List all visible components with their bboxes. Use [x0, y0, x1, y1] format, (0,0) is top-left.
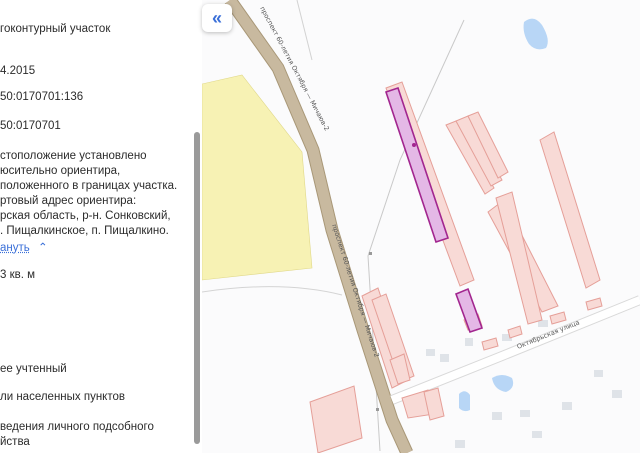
- info-panel: гоконтурный участок 4.2015 50:0170701:13…: [0, 0, 202, 453]
- parcel: [585, 297, 603, 311]
- building: [440, 354, 449, 362]
- parcel: [481, 337, 499, 351]
- cadastral-quarter-value: 50:0170701: [0, 120, 61, 132]
- registration-date-value: 4.2015: [0, 65, 36, 77]
- cadastral-number-value: 50:0170701:136: [0, 91, 84, 103]
- selected-parcel: [454, 287, 484, 334]
- building: [455, 440, 465, 448]
- building: [465, 338, 473, 346]
- parcel-marker: [412, 143, 416, 147]
- survey-point: [369, 252, 372, 255]
- map-view[interactable]: проспект 60-летия Октября — Мичаюв-2 про…: [202, 0, 640, 453]
- building: [426, 349, 435, 356]
- area-value: 3 кв. м: [0, 269, 36, 281]
- double-chevron-left-icon: «: [211, 7, 222, 28]
- parcel: [495, 191, 543, 325]
- status-value: ее учтенный: [0, 363, 67, 375]
- street-label: Октябрьская улица: [516, 318, 581, 350]
- land-type-value: гоконтурный участок: [0, 23, 111, 35]
- collapse-panel-button[interactable]: «: [202, 4, 232, 32]
- permitted-use-line-1: ведения личного подсобного: [0, 421, 154, 433]
- building: [612, 390, 622, 398]
- address-line-2: юсительно ориентира,: [0, 165, 121, 177]
- address-line-5: рская область, р-н. Сонковский,: [0, 210, 171, 222]
- track-line: [202, 286, 343, 296]
- panel-scrollbar[interactable]: [194, 132, 200, 444]
- parcel: [539, 131, 601, 289]
- parcel: [507, 325, 523, 339]
- parcel: [309, 385, 363, 453]
- collapse-address-link[interactable]: ануть ⌃: [0, 241, 48, 256]
- address-line-1: стоположение установлено: [0, 150, 147, 162]
- building: [594, 370, 603, 377]
- survey-point: [376, 408, 379, 411]
- land-category-value: ли населенных пунктов: [0, 391, 125, 403]
- address-line-3: положенного в границах участка.: [0, 180, 178, 192]
- parcels: [309, 81, 603, 453]
- building: [532, 431, 542, 438]
- permitted-use-line-2: йства: [0, 436, 30, 448]
- selected-parcel: [384, 86, 450, 244]
- parcel: [549, 311, 567, 325]
- pond: [459, 391, 470, 412]
- collapse-link-label: ануть: [0, 242, 30, 254]
- address-line-4: ртовый адрес ориентира:: [0, 195, 137, 207]
- building: [562, 402, 572, 410]
- track-line: [296, 0, 313, 61]
- address-line-6: . Пищалкинское, п. Пищалкино.: [0, 225, 169, 237]
- map-canvas: проспект 60-летия Октября — Мичаюв-2 про…: [202, 0, 640, 453]
- chevron-up-icon: ⌃: [37, 242, 48, 254]
- building: [492, 412, 502, 420]
- pond: [523, 18, 548, 50]
- pond: [492, 375, 514, 392]
- building: [520, 410, 530, 417]
